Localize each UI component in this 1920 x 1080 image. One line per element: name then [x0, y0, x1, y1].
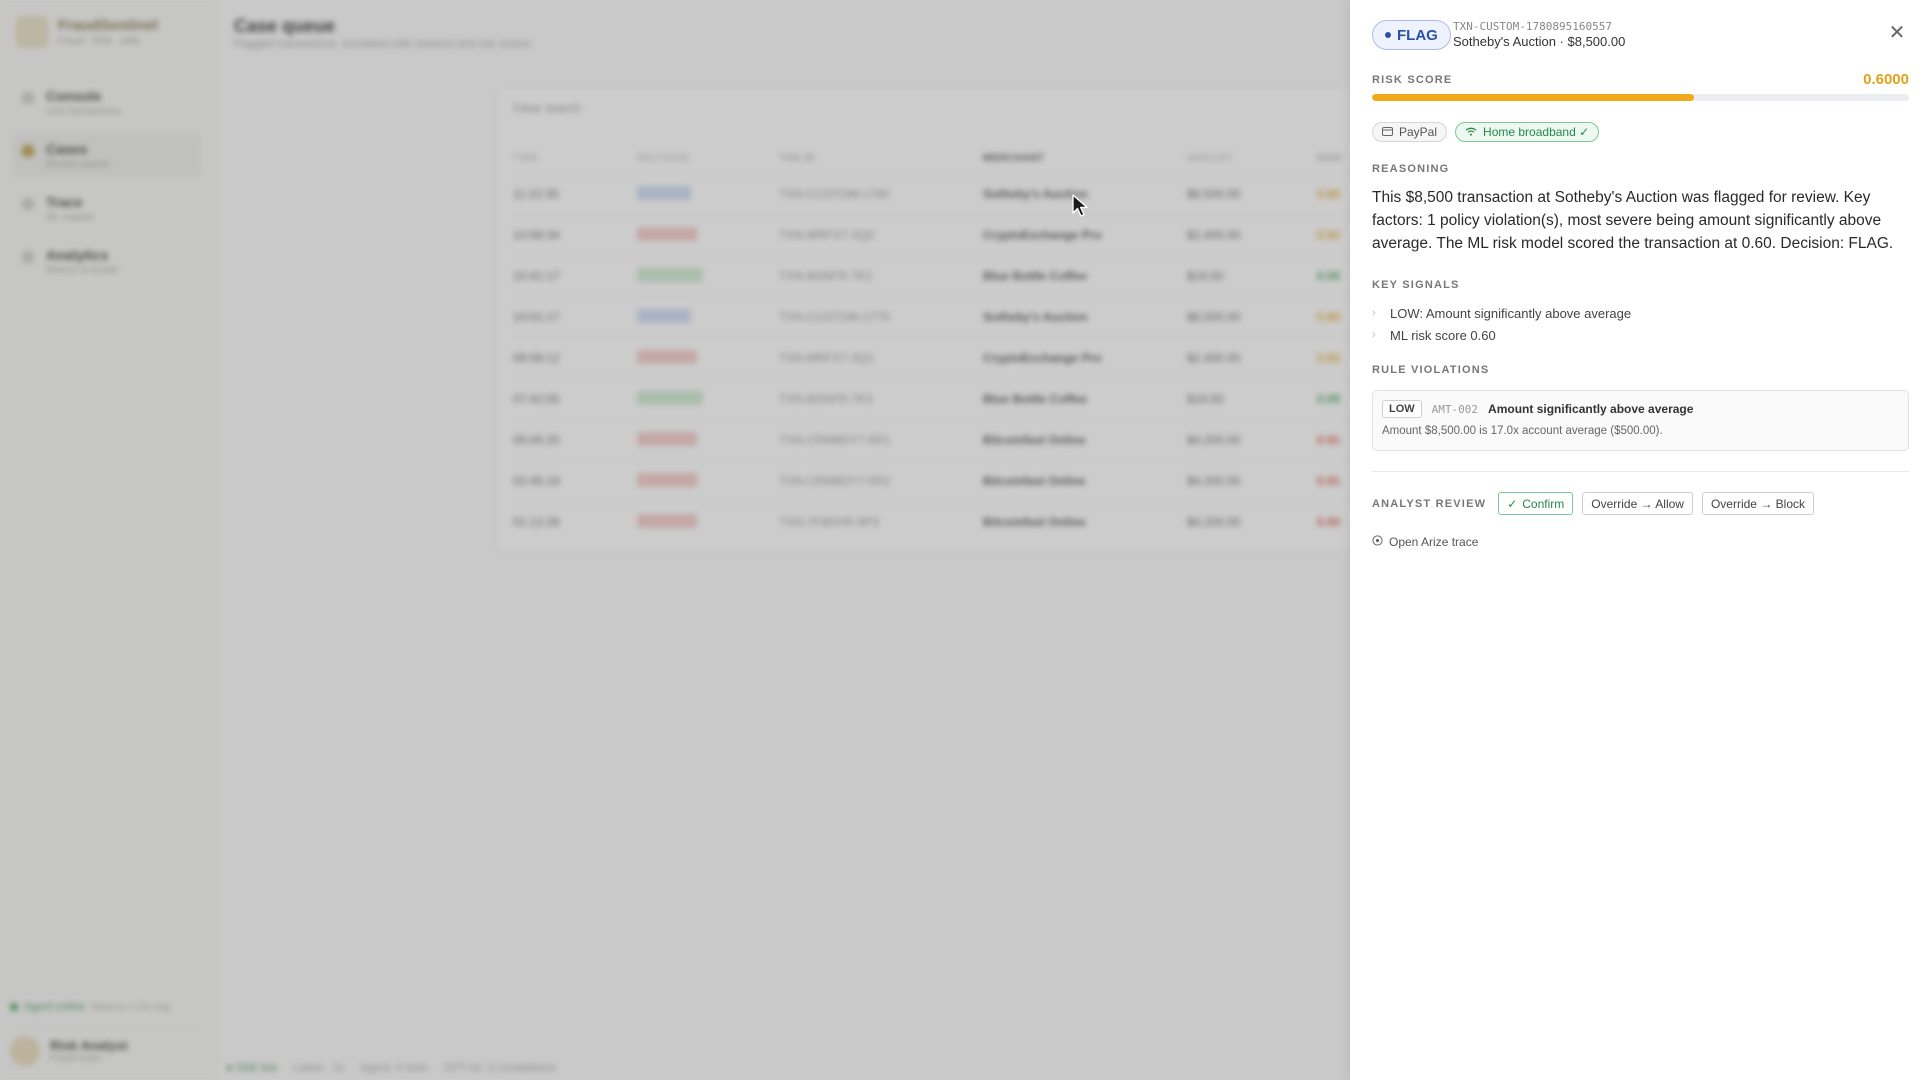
close-icon[interactable]: ✕	[1886, 22, 1908, 44]
risk-score-fill	[1372, 94, 1695, 101]
trace-label: Open Arize trace	[1389, 535, 1479, 549]
mouse-cursor-icon	[1072, 194, 1092, 223]
trace-icon	[1372, 535, 1383, 549]
risk-score-bar	[1372, 94, 1909, 101]
confirm-label: Confirm	[1522, 496, 1565, 511]
merchant-amount: Sotheby's Auction · $8,500.00	[1453, 34, 1626, 49]
chevron-right-icon: ›	[1372, 329, 1376, 341]
override-allow-button[interactable]: Override → Allow	[1582, 492, 1693, 515]
decision-label: FLAG	[1397, 26, 1438, 44]
signal-item: › LOW: Amount significantly above averag…	[1372, 302, 1631, 324]
rule-violations-label: RULE VIOLATIONS	[1372, 364, 1490, 376]
severity-badge: LOW	[1382, 400, 1422, 418]
key-signals-label: KEY SIGNALS	[1372, 279, 1460, 291]
context-chips: PayPal Home broadband ✓	[1372, 122, 1600, 142]
card-icon	[1382, 125, 1393, 139]
decision-badge: FLAG	[1372, 20, 1451, 50]
risk-score-value: 0.6000	[1863, 71, 1909, 88]
transaction-id: TXN-CUSTOM-1780895160557	[1453, 20, 1612, 33]
rule-violation-card: LOW AMT-002 Amount significantly above a…	[1372, 390, 1909, 451]
signal-item: › ML risk score 0.60	[1372, 324, 1631, 346]
reasoning-label: REASONING	[1372, 163, 1450, 175]
wifi-icon	[1465, 125, 1477, 139]
signal-text: LOW: Amount significantly above average	[1390, 305, 1632, 321]
rule-code: AMT-002	[1431, 402, 1479, 416]
dot-icon	[1385, 32, 1391, 38]
key-signals-list: › LOW: Amount significantly above averag…	[1372, 302, 1631, 346]
chevron-right-icon: ›	[1372, 307, 1376, 319]
rule-description: Amount $8,500.00 is 17.0x account averag…	[1382, 425, 1663, 437]
divider	[1372, 471, 1909, 472]
rule-title: Amount significantly above average	[1488, 402, 1694, 416]
reasoning-text: This $8,500 transaction at Sotheby's Auc…	[1372, 189, 1894, 252]
check-icon: ✓	[1507, 496, 1518, 511]
chip-label: PayPal	[1399, 125, 1438, 139]
analyst-review: ANALYST REVIEW ✓ Confirm Override → Allo…	[1372, 492, 1814, 515]
network-chip: Home broadband ✓	[1455, 122, 1600, 142]
risk-score-label: RISK SCORE	[1372, 74, 1453, 86]
transaction-detail-drawer: FLAG TXN-CUSTOM-1780895160557 Sotheby's …	[1350, 0, 1920, 1080]
override-block-button[interactable]: Override → Block	[1701, 492, 1814, 515]
payment-method-chip: PayPal	[1372, 122, 1448, 142]
analyst-review-label: ANALYST REVIEW	[1372, 497, 1487, 510]
signal-text: ML risk score 0.60	[1390, 327, 1496, 343]
chip-label: Home broadband ✓	[1483, 125, 1590, 139]
confirm-button[interactable]: ✓ Confirm	[1498, 492, 1574, 515]
open-trace-link[interactable]: Open Arize trace	[1372, 535, 1478, 549]
